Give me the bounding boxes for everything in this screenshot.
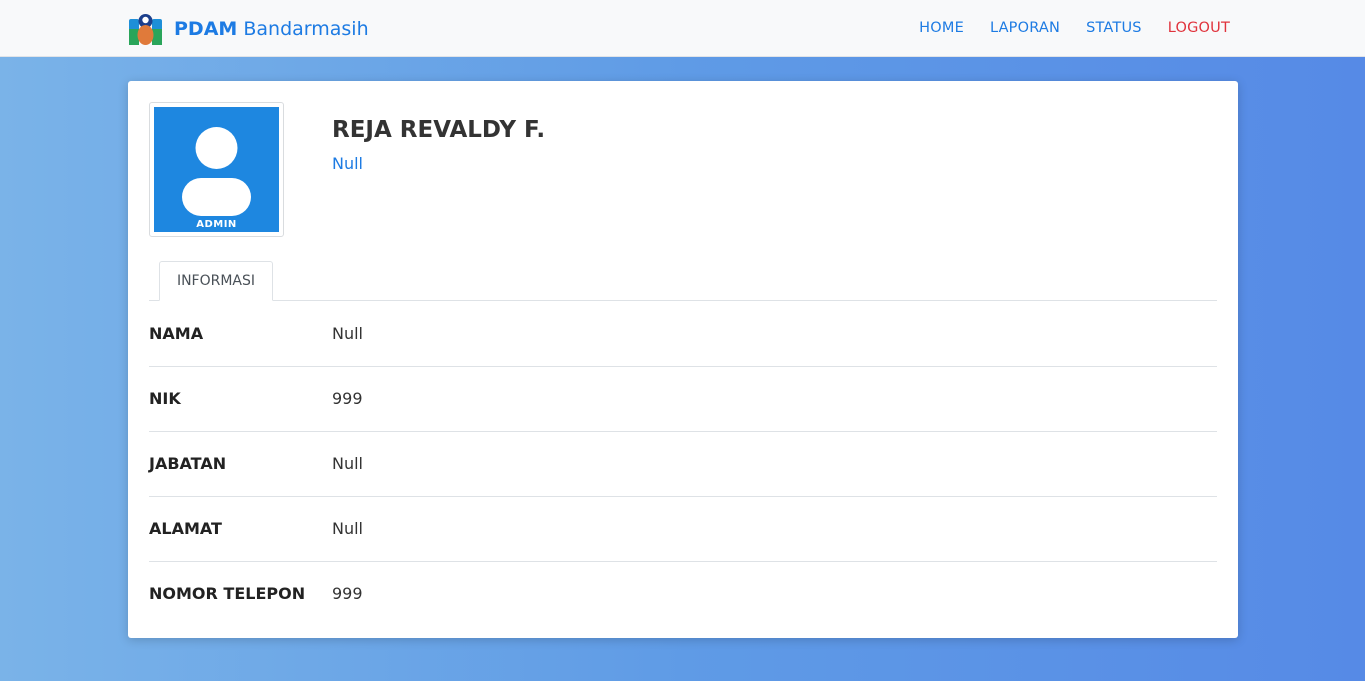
- pdam-logo-icon: [129, 14, 162, 45]
- nav-home-link[interactable]: HOME: [919, 20, 964, 36]
- avatar-role-caption: ADMIN: [196, 219, 237, 230]
- nav-links: HOME LAPORAN STATUS LOGOUT: [893, 0, 1230, 56]
- info-value: Null: [332, 454, 363, 473]
- info-value: Null: [332, 519, 363, 538]
- info-row-nik: NIK 999: [149, 367, 1217, 432]
- info-value: 999: [332, 584, 363, 603]
- info-label: ALAMAT: [149, 519, 222, 538]
- info-label: NAMA: [149, 324, 204, 343]
- info-row-jabatan: JABATAN Null: [149, 432, 1217, 497]
- profile-card: ADMIN REJA REVALDY F. Null INFORMASI NAM…: [128, 81, 1238, 638]
- avatar-frame: ADMIN: [149, 102, 284, 237]
- nav-laporan-link[interactable]: LAPORAN: [990, 20, 1060, 36]
- profile-subtitle: Null: [332, 154, 363, 173]
- info-label: NIK: [149, 389, 181, 408]
- info-label: NOMOR TELEPON: [149, 584, 306, 603]
- info-label: JABATAN: [149, 454, 227, 473]
- info-value: 999: [332, 389, 363, 408]
- brand-name-bold: PDAM: [174, 18, 238, 40]
- nav-status-link[interactable]: STATUS: [1086, 20, 1142, 36]
- info-row-nama: NAMA Null: [149, 302, 1217, 367]
- profile-name: REJA REVALDY F.: [332, 117, 546, 143]
- info-row-nomor-telepon: NOMOR TELEPON 999: [149, 562, 1217, 627]
- info-row-alamat: ALAMAT Null: [149, 497, 1217, 562]
- brand-name: Bandarmasih: [243, 18, 369, 40]
- top-navbar: PDAM Bandarmasih HOME LAPORAN STATUS LOG…: [0, 0, 1365, 57]
- brand-link[interactable]: PDAM Bandarmasih: [128, 12, 369, 46]
- avatar: ADMIN: [154, 107, 279, 232]
- info-table: NAMA Null NIK 999 JABATAN Null ALAMAT Nu…: [149, 302, 1217, 627]
- profile-tabs: INFORMASI: [149, 261, 1217, 301]
- user-avatar-icon: [182, 127, 251, 216]
- info-value: Null: [332, 324, 363, 343]
- tab-informasi[interactable]: INFORMASI: [159, 261, 273, 301]
- nav-logout-link[interactable]: LOGOUT: [1168, 20, 1230, 36]
